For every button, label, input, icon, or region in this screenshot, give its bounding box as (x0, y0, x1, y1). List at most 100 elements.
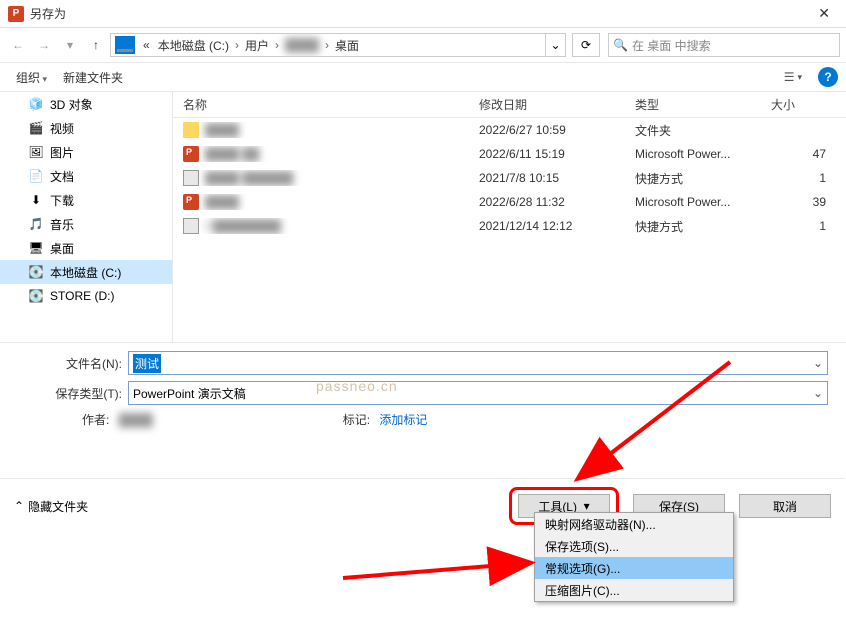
new-folder-button[interactable]: 新建文件夹 (55, 67, 131, 88)
folder-icon: 🖥 (28, 240, 44, 256)
app-icon: P (8, 6, 24, 22)
crumb[interactable]: ████ (281, 38, 323, 52)
crumb-sep: › (323, 38, 331, 52)
tools-menu: 映射网络驱动器(N)...保存选项(S)...常规选项(G)...压缩图片(C)… (534, 512, 734, 602)
address-dropdown[interactable]: ⌄ (545, 34, 565, 56)
search-placeholder: 在 桌面 中搜索 (632, 37, 711, 54)
file-name: ████ (205, 123, 239, 137)
search-icon: 🔍 (613, 38, 628, 52)
col-date[interactable]: 修改日期 (469, 96, 625, 113)
main-area: 🧊3D 对象 🎬 视频 🖼 图片 📄 文档 ⬇ 下载 🎵 音乐 🖥桌面💽本地磁盘 (C:) 💽 STORE… (0, 92, 846, 342)
file-row[interactable]: ████2022/6/27 10:59文件夹 (173, 118, 846, 142)
file-type: Microsoft Power... (625, 147, 761, 161)
col-type[interactable]: 类型 (625, 96, 761, 113)
annotation-arrow (338, 538, 538, 588)
sidebar-item[interactable]: 🖥桌面 (0, 236, 172, 260)
title-bar: P 另存为 ✕ (0, 0, 846, 28)
file-row[interactable]: ████ ██████2021/7/8 10:15快捷方式1 (173, 166, 846, 190)
drive-icon (115, 36, 135, 54)
crumb[interactable]: 用户 (241, 37, 273, 54)
sidebar-item[interactable]: 💽 STORE (D:) (0, 284, 172, 308)
toolbar: 组织 新建文件夹 ☰▾ ? (0, 62, 846, 92)
chevron-down-icon: ⌃ (14, 499, 24, 513)
file-name: E████████ (205, 219, 281, 233)
back-button[interactable]: ← (6, 33, 30, 57)
organize-button[interactable]: 组织 (8, 67, 55, 88)
file-size: 1 (761, 171, 846, 185)
file-row[interactable]: E████████2021/12/14 12:12快捷方式1 (173, 214, 846, 238)
tags-label: 标记: (343, 413, 370, 427)
sidebar-item[interactable]: 🧊3D 对象 (0, 92, 172, 116)
file-type: 文件夹 (625, 122, 761, 139)
sidebar-item-label: 下载 (50, 192, 74, 209)
up-button[interactable]: ↑ (84, 33, 108, 57)
cancel-button[interactable]: 取消 (739, 494, 831, 518)
nav-bar: ← → ▾ ↑ « 本地磁盘 (C:) › 用户 › ████ › 桌面 ⌄ ⟳… (0, 28, 846, 62)
crumb[interactable]: 桌面 (331, 37, 363, 54)
file-type: 快捷方式 (625, 218, 761, 235)
crumb-sep: › (233, 38, 241, 52)
tags-value[interactable]: 添加标记 (379, 413, 427, 427)
menu-item[interactable]: 映射网络驱动器(N)... (535, 513, 733, 535)
folder-icon: 💽 (28, 288, 44, 304)
address-bar[interactable]: « 本地磁盘 (C:) › 用户 › ████ › 桌面 ⌄ (110, 33, 566, 57)
ppt-icon (183, 146, 199, 162)
file-row[interactable]: ████ 2022/6/28 11:32Microsoft Power...39 (173, 190, 846, 214)
file-name: ████ (205, 195, 239, 209)
folder-icon: ⬇ (28, 192, 44, 208)
sidebar-item[interactable]: 🎵 音乐 (0, 212, 172, 236)
sidebar-item[interactable]: 💽本地磁盘 (C:) (0, 260, 172, 284)
sidebar: 🧊3D 对象 🎬 视频 🖼 图片 📄 文档 ⬇ 下载 🎵 音乐 🖥桌面💽本地磁盘 (C:) 💽 STORE… (0, 92, 172, 342)
forward-button[interactable]: → (32, 33, 56, 57)
refresh-button[interactable]: ⟳ (572, 33, 600, 57)
folder-icon: 🖼 (28, 144, 44, 160)
savetype-value: PowerPoint 演示文稿 (133, 385, 246, 402)
sidebar-item-label: 视频 (50, 120, 74, 137)
file-type: Microsoft Power... (625, 195, 761, 209)
author-value[interactable]: ████ (119, 413, 153, 427)
folder-icon: 🎵 (28, 216, 44, 232)
search-input[interactable]: 🔍 在 桌面 中搜索 (608, 33, 840, 57)
close-button[interactable]: ✕ (810, 5, 838, 22)
sidebar-item-label: 图片 (50, 144, 74, 161)
sidebar-item[interactable]: 🖼 图片 (0, 140, 172, 164)
col-size[interactable]: 大小 (761, 96, 846, 113)
file-date: 2022/6/11 15:19 (469, 147, 625, 161)
menu-item[interactable]: 保存选项(S)... (535, 535, 733, 557)
window-title: 另存为 (30, 5, 810, 22)
file-list: ████2022/6/27 10:59文件夹 ████ ██ 2022/6/11 1… (173, 118, 846, 238)
crumb[interactable]: « (139, 38, 154, 52)
filename-input[interactable]: 测试 ⌄ (128, 351, 828, 375)
file-size: 1 (761, 219, 846, 233)
chevron-down-icon[interactable]: ⌄ (813, 386, 823, 400)
view-button[interactable]: ☰▾ (778, 68, 808, 86)
savetype-select[interactable]: PowerPoint 演示文稿 ⌄ (128, 381, 828, 405)
folder-icon: 📄 (28, 168, 44, 184)
sidebar-item[interactable]: ⬇ 下载 (0, 188, 172, 212)
file-name: ████ ██ (205, 147, 259, 161)
chevron-down-icon[interactable]: ⌄ (813, 356, 823, 370)
menu-item[interactable]: 常规选项(G)... (535, 557, 733, 579)
folder-icon: 🎬 (28, 120, 44, 136)
crumb[interactable]: 本地磁盘 (C:) (154, 37, 233, 54)
filename-value: 测试 (133, 354, 161, 373)
sidebar-item-label: STORE (D:) (50, 289, 114, 303)
ppt-icon (183, 194, 199, 210)
sidebar-item-label: 文档 (50, 168, 74, 185)
column-headers: 名称 修改日期 类型 大小 (173, 92, 846, 118)
hide-folders-toggle[interactable]: ⌃ 隐藏文件夹 (14, 498, 88, 515)
sidebar-item-label: 音乐 (50, 216, 74, 233)
file-row[interactable]: ████ ██ 2022/6/11 15:19Microsoft Power...… (173, 142, 846, 166)
short-icon (183, 218, 199, 234)
folder-icon (183, 122, 199, 138)
sidebar-item[interactable]: 📄 文档 (0, 164, 172, 188)
file-date: 2022/6/28 11:32 (469, 195, 625, 209)
sidebar-item-label: 本地磁盘 (C:) (50, 264, 121, 281)
menu-item[interactable]: 压缩图片(C)... (535, 579, 733, 601)
recent-button[interactable]: ▾ (58, 33, 82, 57)
help-button[interactable]: ? (818, 67, 838, 87)
sidebar-item[interactable]: 🎬 视频 (0, 116, 172, 140)
short-icon (183, 170, 199, 186)
file-size: 39 (761, 195, 846, 209)
col-name[interactable]: 名称 (173, 96, 469, 113)
